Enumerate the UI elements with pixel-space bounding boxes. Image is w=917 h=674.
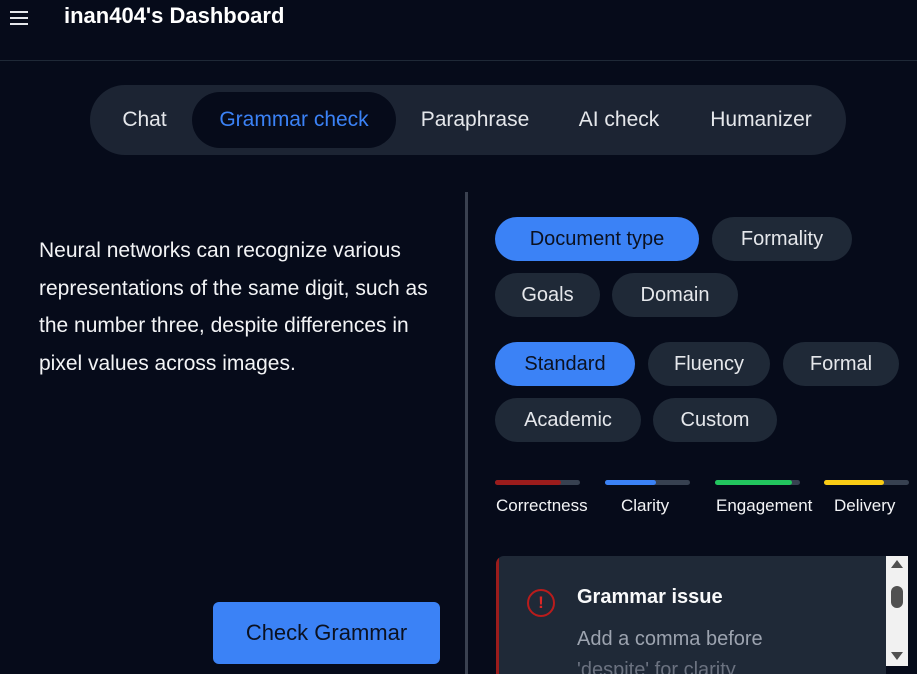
tab-humanizer[interactable]: Humanizer: [696, 92, 826, 148]
engagement-label: Engagement: [716, 496, 813, 515]
issue-accent: [496, 556, 499, 674]
grammar-issue-card[interactable]: ! Grammar issue Add a comma before 'desp…: [496, 556, 886, 674]
chip-formality[interactable]: Formality: [712, 217, 852, 261]
tab-chat[interactable]: Chat: [108, 92, 181, 148]
chip-goals[interactable]: Goals: [495, 273, 600, 317]
panel-divider: [465, 192, 468, 674]
scroll-down-icon[interactable]: [891, 652, 903, 660]
clarity-bar: [605, 480, 690, 485]
app-header: inan404's Dashboard: [0, 0, 917, 61]
check-grammar-button[interactable]: Check Grammar: [213, 602, 440, 664]
alert-circle-icon: !: [527, 589, 555, 617]
clarity-fill: [605, 480, 656, 485]
issue-message-continued: 'despite' for clarity: [577, 659, 736, 674]
chip-document-type[interactable]: Document type: [495, 217, 699, 261]
delivery-fill: [824, 480, 884, 485]
editor-text[interactable]: Neural networks can recognize various re…: [39, 232, 439, 382]
correctness-bar: [495, 480, 580, 485]
chip-standard[interactable]: Standard: [495, 342, 635, 386]
chip-custom[interactable]: Custom: [653, 398, 777, 442]
clarity-label: Clarity: [621, 496, 670, 515]
tab-ai-check[interactable]: AI check: [560, 92, 678, 148]
chip-academic[interactable]: Academic: [495, 398, 641, 442]
scroll-thumb[interactable]: [891, 586, 903, 608]
delivery-bar: [824, 480, 909, 485]
delivery-label: Delivery: [834, 496, 896, 515]
chip-formal[interactable]: Formal: [783, 342, 899, 386]
correctness-fill: [495, 480, 562, 485]
chip-domain[interactable]: Domain: [612, 273, 738, 317]
scroll-up-icon[interactable]: [891, 560, 903, 568]
dashboard-title: inan404's Dashboard: [64, 3, 285, 28]
hamburger-menu-icon[interactable]: [10, 8, 30, 26]
engagement-fill: [715, 480, 792, 485]
issue-message: Add a comma before: [577, 628, 763, 650]
engagement-bar: [715, 480, 800, 485]
correctness-label: Correctness: [496, 496, 588, 515]
tab-grammar-check[interactable]: Grammar check: [192, 92, 396, 148]
tab-paraphrase[interactable]: Paraphrase: [409, 92, 541, 148]
mode-tabs: Chat Grammar check Paraphrase AI check H…: [90, 85, 846, 155]
suggestions-scrollbar[interactable]: [886, 556, 908, 666]
issue-title: Grammar issue: [577, 586, 723, 608]
chip-fluency[interactable]: Fluency: [648, 342, 770, 386]
